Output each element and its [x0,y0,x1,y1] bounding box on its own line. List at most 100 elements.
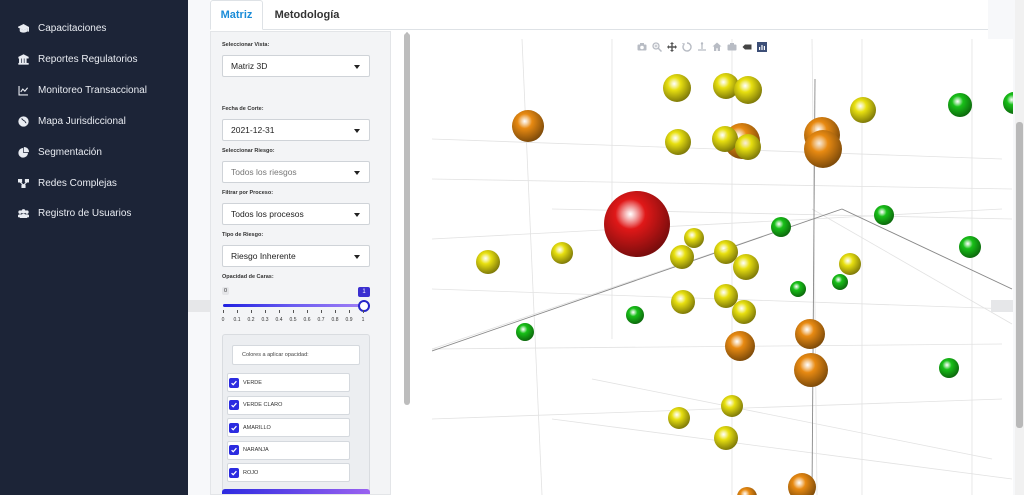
slider-tick-label: 0.3 [261,317,269,323]
risk-sphere-amarillo[interactable] [684,228,704,248]
color-option-verde-claro[interactable]: VERDE CLARO [227,395,350,415]
risk-sphere-verde[interactable] [516,323,534,341]
risk-sphere-amarillo[interactable] [734,76,762,104]
checkbox-label: VERDE [243,379,262,386]
risk-sphere-amarillo[interactable] [551,242,573,264]
sidebar-item-mapa-jurisdiccional[interactable]: Mapa Jurisdiccional [0,107,188,135]
slider-tick-label: 0.9 [345,317,353,323]
risk-sphere-naranja[interactable] [794,353,828,387]
slider-tick [223,310,224,313]
color-option-verde[interactable]: VERDE [227,373,350,392]
risk-sphere-verde[interactable] [832,274,848,290]
risk-sphere-naranja[interactable] [795,319,825,349]
risk-sphere-naranja[interactable] [725,331,755,361]
slider-tick [349,310,350,313]
slider-tick [237,310,238,313]
risk-sphere-amarillo[interactable] [665,129,691,155]
risk-sphere-rojo[interactable] [604,191,670,257]
risk-sphere-amarillo[interactable] [712,126,738,152]
risk-sphere-verde[interactable] [874,205,894,225]
tipo-select[interactable]: Riesgo Inherente [222,245,370,267]
main-area: Matriz Metodología Seleccionar Vista: Ma… [188,0,1024,495]
sidebar-item-registro-de-usuarios[interactable]: Registro de Usuarios [0,199,188,227]
risk-sphere-amarillo[interactable] [732,300,756,324]
checkbox[interactable] [229,400,239,410]
risk-sphere-naranja[interactable] [804,130,842,168]
sidebar-item-segmentacion[interactable]: Segmentación [0,138,188,166]
risk-sphere-amarillo[interactable] [714,426,738,450]
color-option-amarillo[interactable]: AMARILLO [227,418,350,437]
risk-sphere-verde[interactable] [1003,92,1013,114]
tab-metodologia[interactable]: Metodología [267,0,347,30]
sidebar-item-monitoreo-transaccional[interactable]: Monitoreo Transaccional [0,76,188,104]
slider-tick-label: 0.2 [247,317,255,323]
fecha-select[interactable]: 2021-12-31 [222,119,370,141]
sidebar-item-reportes-regulatorios[interactable]: Reportes Regulatorios [0,45,188,73]
risk-sphere-amarillo[interactable] [839,253,861,275]
plot-canvas[interactable] [432,39,1013,495]
risk-sphere-amarillo[interactable] [671,290,695,314]
chevron-down-icon [354,65,360,69]
color-opacity-group: Colores a aplicar opacidad: VERDE VERDE C… [222,334,370,494]
risk-sphere-amarillo[interactable] [714,240,738,264]
pie-chart-icon [16,146,30,158]
home-icon[interactable] [712,42,722,52]
camera-icon[interactable] [637,42,647,52]
risk-sphere-amarillo[interactable] [735,134,761,160]
risk-sphere-amarillo[interactable] [668,407,690,429]
tab-matriz[interactable]: Matriz [210,0,263,30]
pan-icon[interactable] [667,42,677,52]
vista-label: Seleccionar Vista: [222,42,270,48]
risk-sphere-verde[interactable] [959,236,981,258]
plot-grid-line [591,378,993,460]
orbit-icon[interactable] [682,42,692,52]
risk-sphere-naranja[interactable] [737,487,757,495]
slider-tick-label: 0.8 [331,317,339,323]
risk-sphere-amarillo[interactable] [733,254,759,280]
line-chart-icon [16,85,30,96]
sidebar-item-redes-complejas[interactable]: Redes Complejas [0,169,188,197]
slider-tick [279,310,280,313]
sidebar-item-label: Registro de Usuarios [38,207,132,219]
slider-value-tooltip: 1 [358,287,370,297]
plot-grid-line [432,208,1003,240]
risk-sphere-amarillo[interactable] [714,284,738,308]
plotly-logo-icon[interactable] [757,42,767,52]
apply-button[interactable] [222,489,370,494]
page-scrollbar-thumb[interactable] [1016,122,1023,428]
checkbox[interactable] [229,445,239,455]
riesgo-select[interactable]: Todos los riesgos [222,161,370,183]
risk-sphere-amarillo[interactable] [476,250,500,274]
matrix-3d-plot[interactable] [432,39,1013,495]
checkbox[interactable] [229,377,239,388]
hover-toggle-icon[interactable] [742,42,752,52]
checkbox[interactable] [229,467,239,478]
risk-sphere-verde[interactable] [790,281,806,297]
risk-sphere-verde[interactable] [626,306,644,324]
proceso-select[interactable]: Todos los procesos [222,203,370,225]
checkbox-label: NARANJA [243,447,269,453]
risk-sphere-verde[interactable] [939,358,959,378]
panel-scrollbar-thumb[interactable] [404,33,410,405]
risk-sphere-verde[interactable] [771,217,791,237]
color-option-rojo[interactable]: ROJO [227,463,350,482]
graduation-cap-icon [16,23,30,34]
checkmark-icon [231,447,237,453]
risk-sphere-amarillo[interactable] [850,97,876,123]
risk-sphere-amarillo[interactable] [721,395,743,417]
sidebar-item-capacitaciones[interactable]: Capacitaciones [0,14,188,42]
color-option-naranja[interactable]: NARANJA [227,440,350,460]
reset-camera-icon[interactable] [727,42,737,52]
turntable-icon[interactable] [697,42,707,52]
checkbox[interactable] [229,422,239,433]
zoom-icon[interactable] [652,42,662,52]
slider-tick-label: 0.4 [275,317,283,323]
risk-sphere-amarillo[interactable] [670,245,694,269]
risk-sphere-naranja[interactable] [512,110,544,142]
slider-tick [335,310,336,313]
risk-sphere-amarillo[interactable] [663,74,691,102]
risk-sphere-verde[interactable] [948,93,972,117]
chevron-down-icon [354,213,360,217]
opacity-slider-track[interactable] [223,304,363,307]
vista-select[interactable]: Matriz 3D [222,55,370,77]
